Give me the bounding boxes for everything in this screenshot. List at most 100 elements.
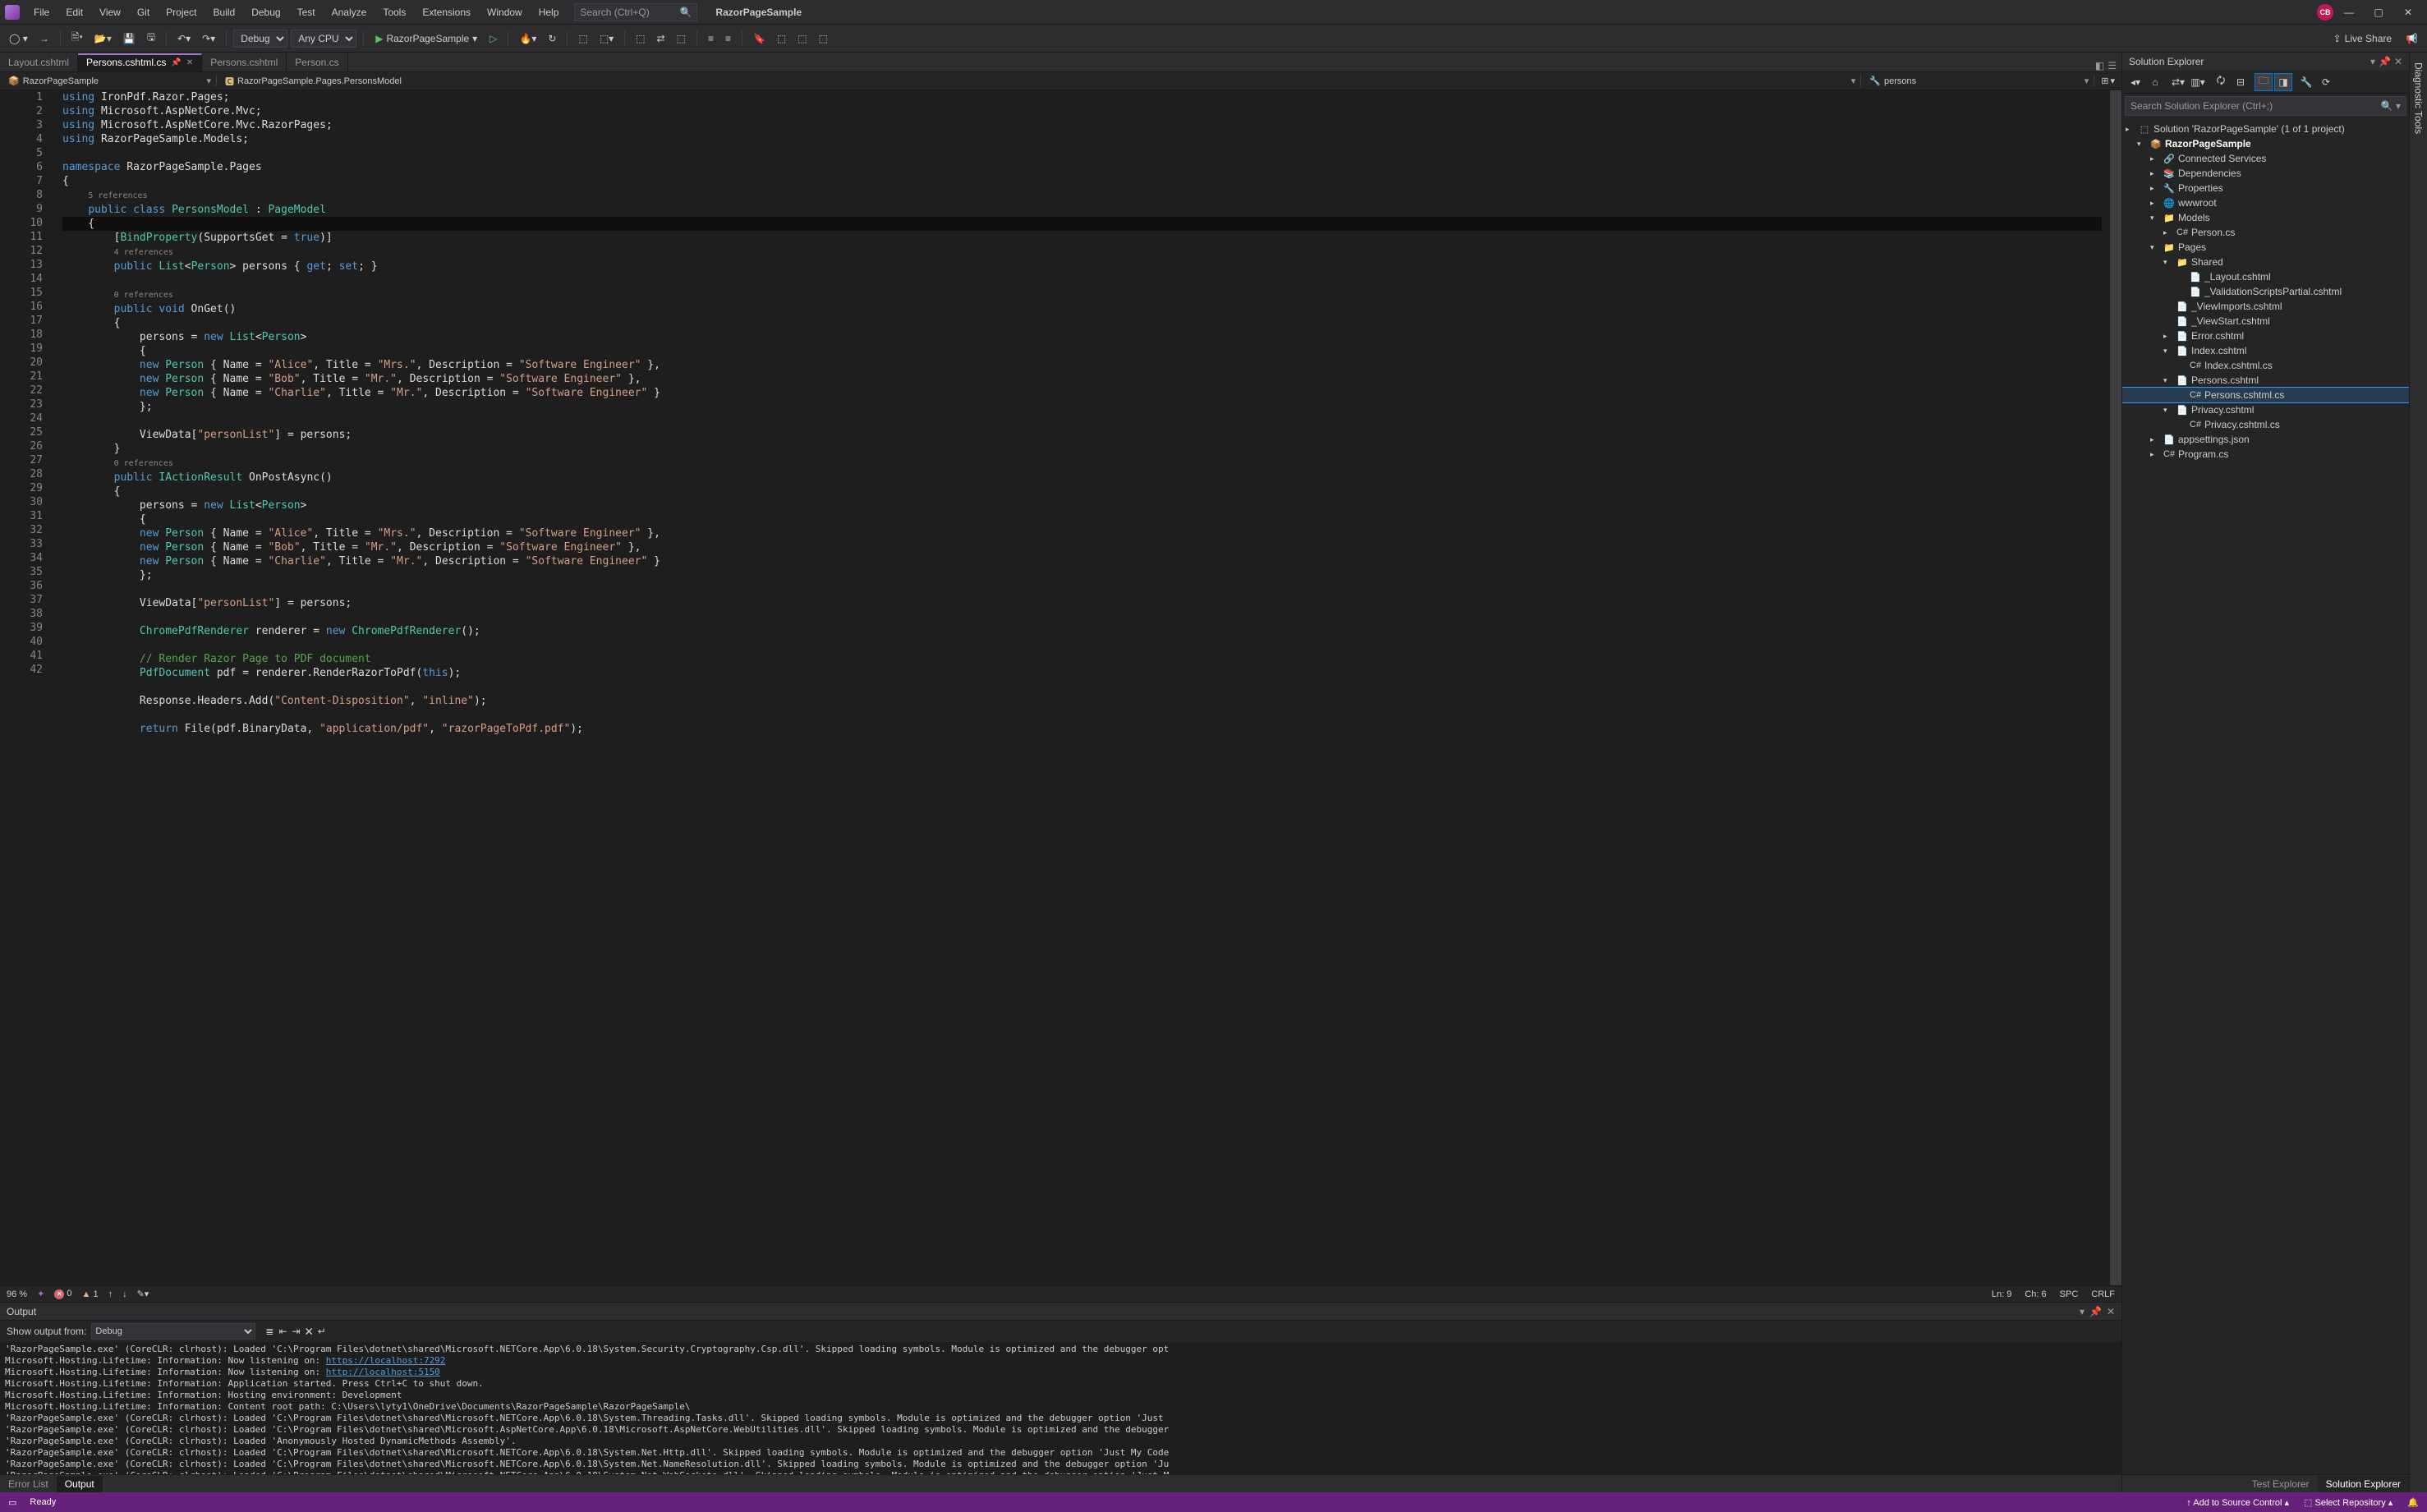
expand-icon[interactable]: ▾ <box>2163 376 2173 385</box>
line-ending[interactable]: CRLF <box>2091 1289 2115 1299</box>
output-prev-icon[interactable]: ⇤ <box>278 1326 287 1337</box>
bottom-tab-output[interactable]: Output <box>57 1476 103 1492</box>
expand-icon[interactable]: ▸ <box>2150 199 2160 208</box>
solution-search[interactable]: Search Solution Explorer (Ctrl+;) 🔍 ▾ <box>2125 96 2406 116</box>
se-properties-icon[interactable]: 🔧 <box>2298 74 2314 90</box>
tb-icon-2[interactable]: ⬚▾ <box>595 30 618 47</box>
tree-node[interactable]: ▾📄Index.cshtml <box>2122 343 2409 358</box>
output-source-dropdown[interactable]: Debug <box>91 1323 255 1340</box>
health-icon[interactable]: ✦ <box>37 1289 44 1299</box>
save-all-button[interactable]: 🖫 <box>143 27 159 49</box>
menu-edit[interactable]: Edit <box>58 3 90 21</box>
tree-node[interactable]: ▸📚Dependencies <box>2122 166 2409 181</box>
diagnostic-tools-tab[interactable]: Diagnostic Tools <box>2411 57 2426 139</box>
breadcrumb-project[interactable]: 📦 RazorPageSample ▾ <box>3 76 217 86</box>
solution-root[interactable]: ▸ ⬚ Solution 'RazorPageSample' (1 of 1 p… <box>2122 122 2409 136</box>
se-sync-icon[interactable]: 🗘 <box>2213 74 2229 90</box>
tb-icon-11[interactable]: ⬚ <box>815 30 832 47</box>
close-icon[interactable]: ✕ <box>186 58 193 67</box>
expand-button[interactable]: ▾ <box>2110 76 2115 86</box>
expand-icon[interactable]: ▾ <box>2163 258 2173 267</box>
tree-node[interactable]: 📄_Layout.cshtml <box>2122 269 2409 284</box>
menu-git[interactable]: Git <box>130 3 157 21</box>
doc-tab[interactable]: Persons.cshtml <box>202 53 287 71</box>
output-pin-icon[interactable]: 📌 <box>2089 1306 2102 1317</box>
menu-project[interactable]: Project <box>159 3 204 21</box>
menu-window[interactable]: Window <box>480 3 530 21</box>
output-window-icon[interactable]: ▭ <box>8 1497 16 1508</box>
user-avatar[interactable]: CB <box>2317 4 2333 21</box>
panel-pin-icon[interactable]: 📌 <box>2379 56 2391 67</box>
tb-icon-3[interactable]: ⬚ <box>632 30 649 47</box>
menu-view[interactable]: View <box>92 3 128 21</box>
menu-tools[interactable]: Tools <box>375 3 413 21</box>
tree-node[interactable]: ▾📁Shared <box>2122 255 2409 269</box>
indent-mode[interactable]: SPC <box>2060 1289 2079 1299</box>
output-clear-icon[interactable]: 🗙 <box>306 1323 313 1340</box>
run-button[interactable]: ▶ RazorPageSample ▾ <box>370 31 482 46</box>
tb-icon-4[interactable]: ⇄ <box>653 30 669 47</box>
nav-up-icon[interactable]: ↑ <box>108 1289 113 1299</box>
expand-icon[interactable]: ▸ <box>2126 125 2135 134</box>
tree-node[interactable]: ▾📄Privacy.cshtml <box>2122 402 2409 417</box>
expand-icon[interactable]: ▾ <box>2150 243 2160 252</box>
tree-node[interactable]: ▾📁Models <box>2122 210 2409 225</box>
expand-icon[interactable]: ▸ <box>2163 332 2173 341</box>
solution-tree[interactable]: ▸ ⬚ Solution 'RazorPageSample' (1 of 1 p… <box>2122 118 2409 1474</box>
run-no-debug-button[interactable]: ▷ <box>485 30 501 47</box>
expand-icon[interactable]: ▾ <box>2137 140 2147 149</box>
warning-count[interactable]: ▲ 1 <box>81 1289 98 1299</box>
config-dropdown[interactable]: Debug <box>233 30 287 48</box>
browser-link-button[interactable]: ↻ <box>544 30 560 47</box>
output-goto-icon[interactable]: ≣ <box>265 1326 273 1337</box>
expand-icon[interactable]: ▸ <box>2150 184 2160 193</box>
tree-node[interactable]: 📄_ViewImports.cshtml <box>2122 299 2409 314</box>
tree-node[interactable]: C#Index.cshtml.cs <box>2122 358 2409 373</box>
output-text[interactable]: 'RazorPageSample.exe' (CoreCLR: clrhost)… <box>0 1342 2121 1474</box>
side-tab-test-explorer[interactable]: Test Explorer <box>2244 1476 2318 1492</box>
live-share-button[interactable]: ⇪ Live Share <box>2333 33 2392 44</box>
tree-node[interactable]: ▾📦RazorPageSample <box>2122 136 2409 151</box>
breadcrumb-class[interactable]: 🅲 RazorPageSample.Pages.PersonsModel ▾ <box>220 75 1861 88</box>
zoom-level[interactable]: 96 % <box>7 1289 27 1299</box>
brush-icon[interactable]: ✎▾ <box>137 1289 149 1299</box>
close-button[interactable]: ✕ <box>2394 3 2422 21</box>
tree-node[interactable]: ▸📄appsettings.json <box>2122 432 2409 447</box>
expand-icon[interactable]: ▸ <box>2150 435 2160 444</box>
se-home-icon[interactable]: ⌂ <box>2147 74 2163 90</box>
feedback-button[interactable]: 📢 <box>2402 30 2422 47</box>
tree-node[interactable]: C#Privacy.cshtml.cs <box>2122 417 2409 432</box>
platform-dropdown[interactable]: Any CPU <box>291 30 356 48</box>
tb-icon-9[interactable]: ⬚ <box>773 30 790 47</box>
tree-node[interactable]: ▸🔧Properties <box>2122 181 2409 195</box>
tree-node[interactable]: 📄_ViewStart.cshtml <box>2122 314 2409 329</box>
tb-icon-6[interactable]: ≡ <box>704 30 718 47</box>
maximize-button[interactable]: ▢ <box>2365 3 2393 21</box>
split-button[interactable]: ⊞ <box>2101 76 2108 86</box>
se-back-icon[interactable]: ◂▾ <box>2127 74 2144 90</box>
side-tab-solution-explorer[interactable]: Solution Explorer <box>2318 1476 2409 1492</box>
nav-fwd-button[interactable]: → <box>35 30 53 47</box>
expand-icon[interactable]: ▸ <box>2150 450 2160 459</box>
tb-icon-10[interactable]: ⬚ <box>793 30 811 47</box>
panel-dropdown-icon[interactable]: ▾ <box>2370 56 2375 67</box>
expand-icon[interactable]: ▾ <box>2150 214 2160 223</box>
expand-icon[interactable]: ▾ <box>2163 347 2173 356</box>
se-collapse-icon[interactable]: ⊟ <box>2232 74 2249 90</box>
vertical-scrollbar[interactable] <box>2110 90 2121 1285</box>
se-filter-icon[interactable]: ▥▾ <box>2190 74 2206 90</box>
breadcrumb-member[interactable]: 🔧 persons ▾ <box>1864 76 2094 86</box>
expand-icon[interactable]: ▸ <box>2163 228 2173 237</box>
save-button[interactable]: 💾 <box>119 30 140 47</box>
tree-node[interactable]: 📄_ValidationScriptsPartial.cshtml <box>2122 284 2409 299</box>
code-editor[interactable]: 1234567891011121314151617181920212223242… <box>0 90 2121 1285</box>
error-count[interactable]: ✕ 0 <box>54 1289 71 1299</box>
tree-node[interactable]: ▸🔗Connected Services <box>2122 151 2409 166</box>
menu-help[interactable]: Help <box>531 3 567 21</box>
tree-node[interactable]: ▾📁Pages <box>2122 240 2409 255</box>
tree-node[interactable]: C#Persons.cshtml.cs <box>2122 388 2409 402</box>
output-dropdown-icon[interactable]: ▾ <box>2080 1306 2085 1317</box>
tree-node[interactable]: ▸C#Program.cs <box>2122 447 2409 462</box>
redo-button[interactable]: ↷▾ <box>198 30 219 47</box>
menu-extensions[interactable]: Extensions <box>415 3 478 21</box>
